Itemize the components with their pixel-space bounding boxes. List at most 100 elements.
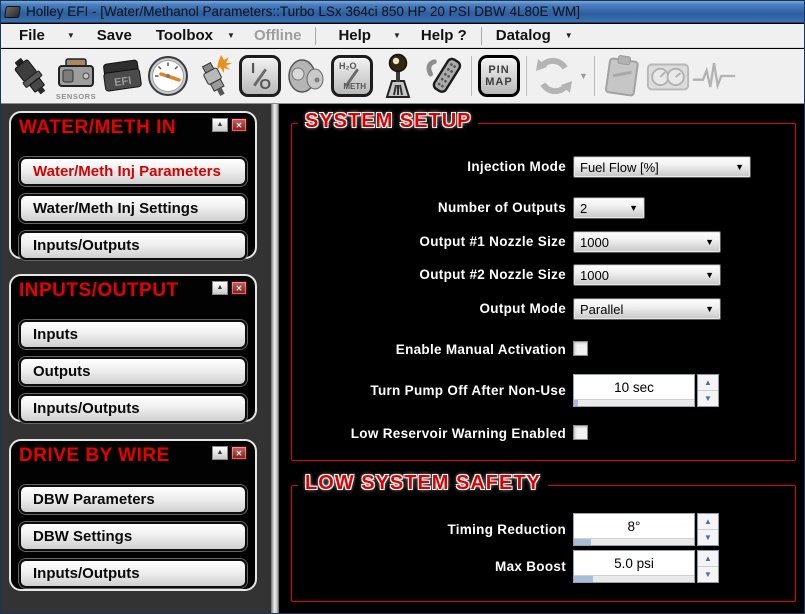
svg-text:EFI: EFI — [114, 75, 133, 89]
chevron-down-icon: ▼ — [564, 31, 573, 40]
panel-close-button[interactable]: ✕ — [231, 446, 247, 460]
spinner-up-button[interactable]: ▲ — [698, 375, 718, 391]
window-title: Holley EFI - [Water/Methanol Parameters:… — [26, 4, 580, 19]
spinner-track[interactable] — [574, 538, 694, 545]
sidebar-item-water-meth-inj-parameters[interactable]: Water/Meth Inj Parameters — [19, 157, 247, 186]
panel-title: INPUTS/OUTPUT — [19, 280, 179, 301]
panel-drive-by-wire: DRIVE BY WIRE ▲ ✕ DBW Parameters DBW Set… — [9, 439, 257, 591]
efi-ecu-icon[interactable]: EFI — [99, 52, 145, 100]
panel-close-button[interactable]: ✕ — [231, 118, 247, 132]
chevron-down-icon: ▼ — [705, 237, 714, 247]
menu-toolbox[interactable]: Toolbox ▼ — [156, 27, 235, 44]
sync-icon — [531, 52, 577, 100]
pump-off-after-nonuse-spinner: 10 sec ▲ ▼ — [573, 374, 719, 407]
chevron-down-icon: ▼ — [392, 31, 401, 40]
chevron-down-icon: ▼ — [705, 304, 714, 314]
panel-minimize-button[interactable]: ▲ — [212, 118, 228, 132]
menu-divider — [480, 26, 482, 45]
number-of-outputs-label: Number of Outputs — [437, 200, 566, 215]
output1-nozzle-size-label: Output #1 Nozzle Size — [419, 234, 566, 249]
output-mode-label: Output Mode — [479, 301, 566, 316]
menu-file[interactable]: File ▼ — [19, 27, 75, 44]
fuel-injector-icon[interactable] — [7, 52, 53, 100]
output1-nozzle-size-select[interactable]: 1000 ▼ — [573, 231, 721, 253]
chevron-down-icon: ▼ — [227, 31, 235, 40]
spinner-track[interactable] — [574, 399, 694, 406]
h2o-meth-icon[interactable]: H₂O METH — [329, 52, 375, 100]
gauge-icon[interactable] — [145, 52, 191, 100]
menu-datalog[interactable]: Datalog ▼ — [496, 27, 573, 44]
shifter-icon[interactable] — [375, 52, 421, 100]
low-reservoir-warning-checkbox[interactable] — [573, 425, 588, 440]
section-title: LOW SYSTEM SAFETY — [298, 472, 548, 495]
water-pump-icon[interactable] — [283, 52, 329, 100]
chevron-down-icon: ▼ — [705, 270, 714, 280]
panel-inputs-output: INPUTS/OUTPUT ▲ ✕ Inputs Outputs Inputs/… — [9, 274, 257, 423]
pump-off-after-nonuse-label: Turn Pump Off After Non-Use — [370, 383, 566, 398]
spinner-down-button[interactable]: ▼ — [698, 530, 718, 545]
app-icon — [4, 5, 21, 18]
menu-offline: Offline — [253, 27, 302, 44]
title-bar: Holley EFI - [Water/Methanol Parameters:… — [1, 1, 804, 23]
monitor-pulse-icon — [691, 52, 737, 100]
menu-save[interactable]: Save — [97, 27, 132, 44]
spinner-down-button[interactable]: ▼ — [698, 567, 718, 582]
pump-off-input[interactable]: 10 sec — [573, 374, 695, 407]
panel-minimize-button[interactable]: ▲ — [212, 281, 228, 295]
spinner-track[interactable] — [574, 575, 694, 582]
panel-water-meth-in: WATER/METH IN ▲ ✕ Water/Meth Inj Paramet… — [9, 111, 257, 260]
chevron-down-icon: ▼ — [629, 203, 638, 213]
timing-reduction-label: Timing Reduction — [447, 522, 566, 537]
spark-plug-icon[interactable] — [191, 52, 237, 100]
chevron-down-icon: ▼ — [66, 31, 75, 40]
dash-gauges-icon — [645, 52, 691, 100]
panel-minimize-button[interactable]: ▲ — [212, 446, 228, 460]
spinner-up-button[interactable]: ▲ — [698, 551, 718, 567]
panel-title: DRIVE BY WIRE — [19, 445, 170, 466]
menu-divider — [315, 26, 317, 45]
sidebar-item-dbw-parameters[interactable]: DBW Parameters — [19, 485, 247, 514]
low-system-safety-groupbox: LOW SYSTEM SAFETY — [291, 472, 796, 602]
panel-close-button[interactable]: ✕ — [231, 281, 247, 295]
sidebar: WATER/METH IN ▲ ✕ Water/Meth Inj Paramet… — [1, 104, 271, 613]
sidebar-item-inputs-outputs[interactable]: Inputs/Outputs — [19, 559, 247, 588]
output2-nozzle-size-label: Output #2 Nozzle Size — [419, 267, 566, 282]
enable-manual-activation-checkbox[interactable] — [573, 341, 588, 356]
sidebar-item-water-meth-inj-settings[interactable]: Water/Meth Inj Settings — [19, 194, 247, 223]
panel-title: WATER/METH IN — [19, 117, 177, 138]
sync-dropdown-arrow-icon: ▼ — [579, 71, 588, 81]
spinner-down-button[interactable]: ▼ — [698, 391, 718, 406]
sidebar-item-inputs-outputs[interactable]: Inputs/Outputs — [19, 231, 247, 260]
toolbar-divider — [526, 56, 527, 96]
low-reservoir-warning-label: Low Reservoir Warning Enabled — [350, 426, 566, 441]
menu-help-question[interactable]: Help ? — [421, 27, 467, 44]
menu-help[interactable]: Help ▼ — [338, 27, 400, 44]
menu-bar: File ▼ Save Toolbox ▼ Offline Help ▼ Help ?… — [1, 24, 804, 48]
sidebar-item-outputs[interactable]: Outputs — [19, 357, 247, 386]
sidebar-item-inputs[interactable]: Inputs — [19, 320, 247, 349]
sensors-icon[interactable]: SENSORS — [53, 52, 99, 101]
sidebar-item-dbw-settings[interactable]: DBW Settings — [19, 522, 247, 551]
output-mode-select[interactable]: Parallel ▼ — [573, 298, 721, 320]
wiring-harness-icon[interactable] — [421, 52, 467, 100]
sidebar-item-inputs-outputs[interactable]: Inputs/Outputs — [19, 394, 247, 423]
timing-reduction-input[interactable]: 8° — [573, 513, 695, 546]
io-icon[interactable]: I O — [237, 52, 283, 100]
content-area: WATER/METH IN ▲ ✕ Water/Meth Inj Paramet… — [1, 104, 804, 613]
enable-manual-activation-label: Enable Manual Activation — [395, 342, 566, 357]
pin-map-icon[interactable]: PIN MAP — [476, 52, 522, 100]
output2-nozzle-size-select[interactable]: 1000 ▼ — [573, 264, 721, 286]
section-title: SYSTEM SETUP — [298, 110, 479, 133]
sidebar-divider — [271, 104, 279, 613]
spinner-up-button[interactable]: ▲ — [698, 514, 718, 530]
toolbar: SENSORS EFI I O H₂O METH PIN MAP ▼ — [1, 49, 804, 104]
number-of-outputs-select[interactable]: 2 ▼ — [573, 197, 645, 219]
timing-reduction-spinner: 8° ▲ ▼ — [573, 513, 719, 546]
max-boost-label: Max Boost — [495, 559, 566, 574]
max-boost-spinner: 5.0 psi ▲ ▼ — [573, 550, 719, 583]
app-window: Holley EFI - [Water/Methanol Parameters:… — [0, 0, 805, 614]
max-boost-input[interactable]: 5.0 psi — [573, 550, 695, 583]
injection-mode-select[interactable]: Fuel Flow [%] ▼ — [573, 156, 751, 178]
chevron-down-icon: ▼ — [735, 162, 744, 172]
injection-mode-label: Injection Mode — [467, 159, 566, 174]
